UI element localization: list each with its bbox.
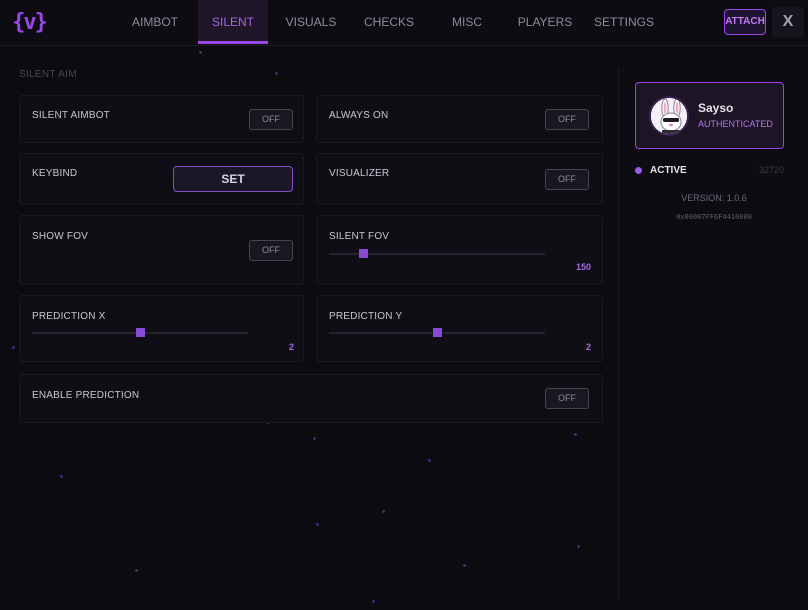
silent-aimbot-card: SILENT AIMBOT OFF: [19, 95, 304, 143]
prediction-x-label: PREDICTION X: [32, 311, 106, 322]
background-star: [60, 475, 63, 478]
prediction-y-card: PREDICTION Y 2: [316, 295, 603, 362]
close-button[interactable]: X: [772, 7, 804, 37]
section-title: SILENT AIM: [19, 69, 77, 80]
prediction-x-card: PREDICTION X 2: [19, 295, 304, 362]
tab-settings[interactable]: SETTINGS: [592, 0, 656, 44]
show-fov-toggle[interactable]: OFF: [249, 240, 293, 261]
status-indicator-icon: [635, 167, 642, 174]
always-on-label: ALWAYS ON: [329, 110, 389, 121]
background-star: [199, 51, 202, 54]
prediction-y-label: PREDICTION Y: [329, 311, 403, 322]
background-star: [574, 433, 577, 436]
profile-card: Sayso AUTHENTICATED: [635, 82, 784, 149]
visualizer-toggle[interactable]: OFF: [545, 169, 589, 190]
background-star: [135, 569, 138, 572]
app-logo: {v}: [12, 10, 48, 35]
enable-prediction-label: ENABLE PREDICTION: [32, 390, 140, 401]
prediction-y-value: 2: [585, 342, 591, 352]
background-star: [316, 523, 319, 526]
attach-button[interactable]: ATTACH: [724, 9, 766, 35]
sidebar-panel: Sayso AUTHENTICATED ACTIVE 32720 VERSION…: [618, 68, 808, 602]
username: Sayso: [698, 101, 734, 115]
enable-prediction-card: ENABLE PREDICTION OFF: [19, 374, 603, 423]
silent-fov-label: SILENT FOV: [329, 231, 390, 242]
tab-aimbot[interactable]: AIMBOT: [126, 0, 184, 44]
background-star: [428, 459, 431, 462]
background-star: [382, 510, 385, 513]
show-fov-label: SHOW FOV: [32, 231, 89, 242]
auth-status: AUTHENTICATED: [698, 119, 773, 129]
enable-prediction-toggle[interactable]: OFF: [545, 388, 589, 409]
tab-silent[interactable]: SILENT: [198, 0, 268, 44]
silent-fov-slider-thumb[interactable]: [359, 249, 369, 258]
status-text: ACTIVE: [650, 165, 687, 176]
keybind-set-button[interactable]: SET: [173, 166, 293, 192]
keybind-card: KEYBIND SET: [19, 153, 304, 205]
silent-aimbot-label: SILENT AIMBOT: [32, 110, 110, 121]
base-address: 0x00007FF6F4410000: [676, 213, 752, 221]
silent-fov-card: SILENT FOV 150: [316, 215, 603, 285]
prediction-y-slider-thumb[interactable]: [432, 328, 442, 337]
prediction-x-slider-thumb[interactable]: [135, 328, 145, 337]
tab-checks[interactable]: CHECKS: [361, 0, 417, 44]
bunny-avatar-icon: [651, 98, 687, 134]
background-star: [313, 437, 316, 440]
always-on-toggle[interactable]: OFF: [545, 109, 589, 130]
keybind-label: KEYBIND: [32, 168, 78, 179]
silent-aimbot-toggle[interactable]: OFF: [249, 109, 293, 130]
tab-visuals[interactable]: VISUALS: [283, 0, 339, 44]
avatar: [649, 96, 689, 136]
background-star: [463, 564, 466, 567]
background-star: [275, 72, 278, 75]
background-star: [372, 600, 375, 603]
background-star: [577, 545, 580, 548]
process-id: 32720: [758, 165, 784, 175]
silent-fov-value: 150: [575, 262, 591, 272]
tab-misc[interactable]: MISC: [447, 0, 487, 44]
always-on-card: ALWAYS ON OFF: [316, 95, 603, 143]
visualizer-card: VISUALIZER OFF: [316, 153, 603, 205]
tab-players[interactable]: PLAYERS: [515, 0, 575, 44]
top-nav-bar: {v} AIMBOT SILENT VISUALS CHECKS MISC PL…: [0, 0, 808, 46]
show-fov-card: SHOW FOV OFF: [19, 215, 304, 285]
background-star: [12, 346, 15, 349]
prediction-x-value: 2: [288, 342, 294, 352]
visualizer-label: VISUALIZER: [329, 168, 390, 179]
version-text: VERSION: 1.0.6: [681, 193, 747, 203]
